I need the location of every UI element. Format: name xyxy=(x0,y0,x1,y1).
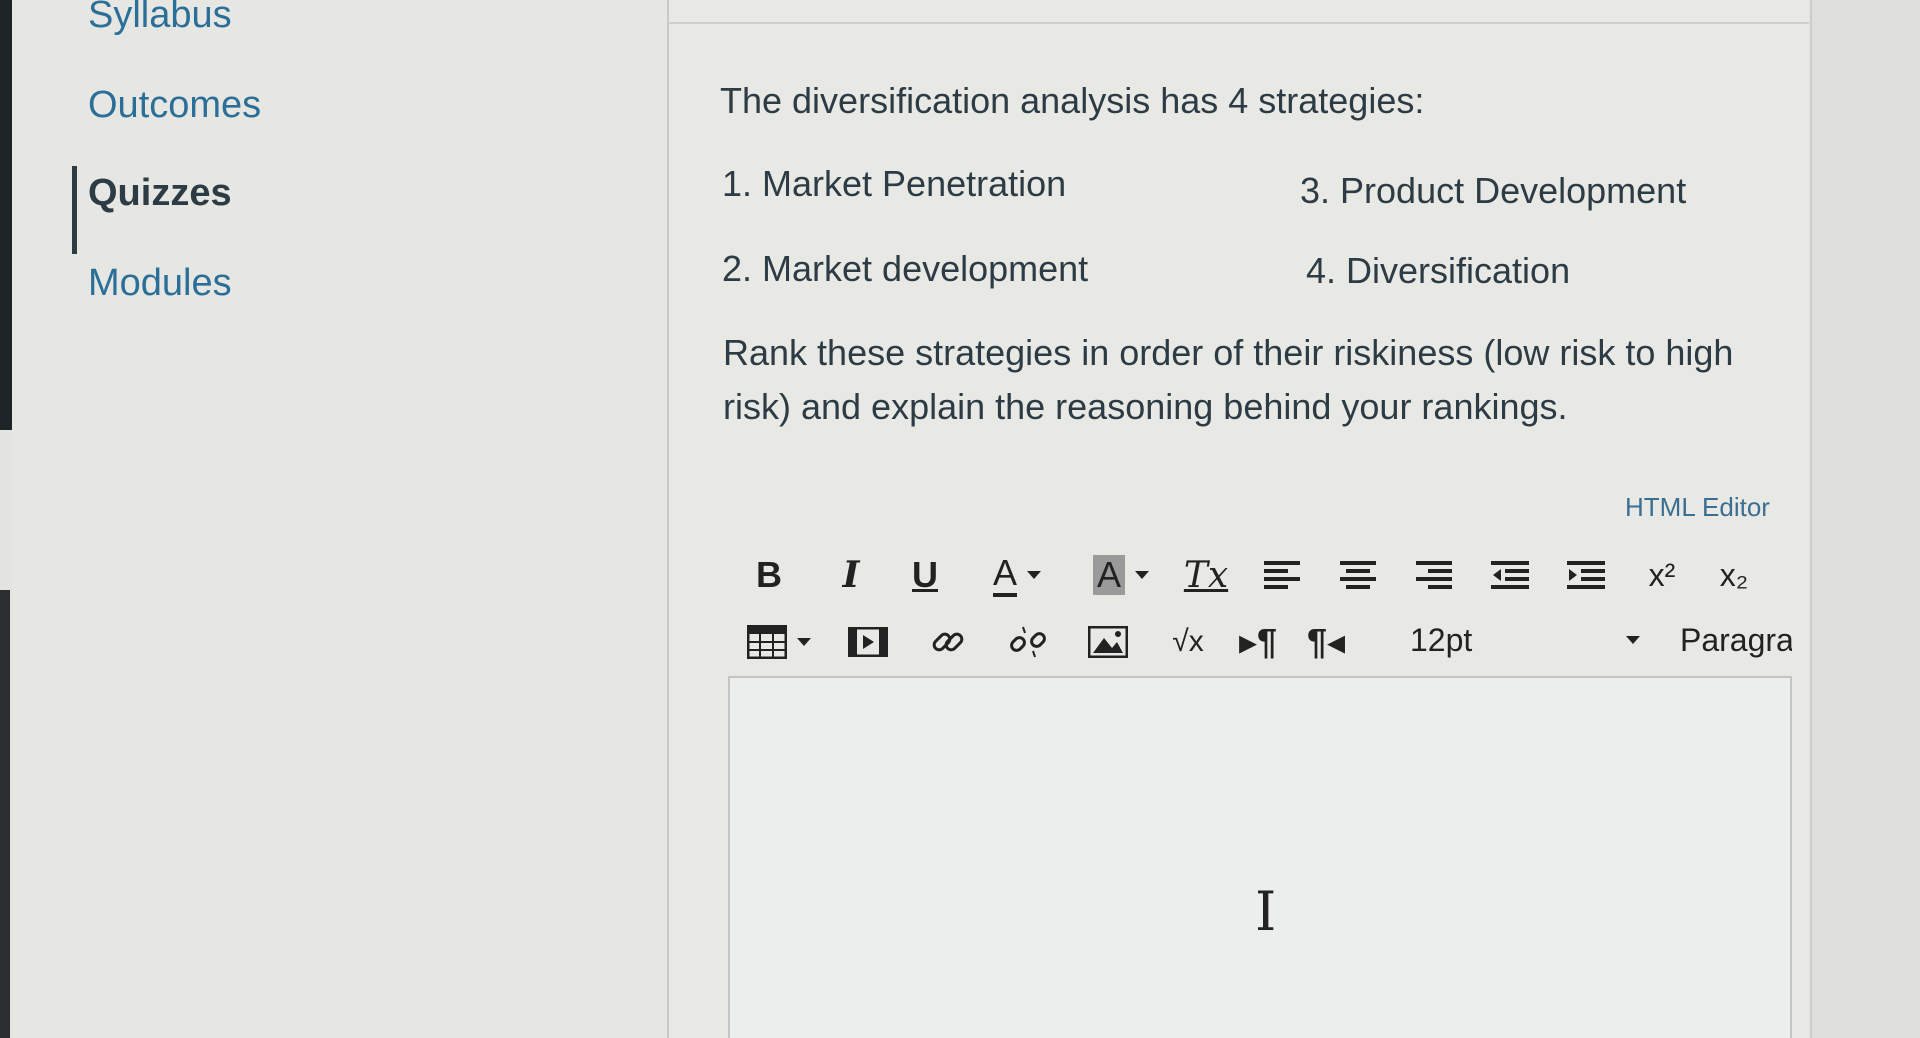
editor-toolbar-row1: B I U A A Tx x² x₂ xyxy=(740,545,1762,605)
table-icon xyxy=(747,625,787,659)
window-edge xyxy=(0,0,12,430)
align-left-button[interactable] xyxy=(1252,548,1312,602)
editor-content[interactable] xyxy=(730,678,1790,1038)
outdent-button[interactable] xyxy=(1480,548,1540,602)
font-size-select[interactable]: 12pt xyxy=(1410,612,1640,668)
nav-item-label: Quizzes xyxy=(88,172,232,214)
font-size-value: 12pt xyxy=(1410,621,1473,658)
align-right-icon xyxy=(1416,561,1452,589)
text-color-button[interactable]: A xyxy=(974,548,1060,602)
question-intro: The diversification analysis has 4 strat… xyxy=(720,80,1425,121)
italic-icon: I xyxy=(842,554,860,596)
equation-button[interactable]: √x xyxy=(1158,615,1218,669)
panel-top-border xyxy=(669,22,1809,24)
question-prompt-line1: Rank these strategies in order of their … xyxy=(723,332,1734,373)
media-icon xyxy=(848,627,888,657)
nav-item-modules[interactable]: Modules xyxy=(88,262,232,305)
italic-button[interactable]: I xyxy=(816,548,886,602)
ltr-button[interactable]: ▸¶ xyxy=(1230,615,1286,669)
strategy-2: 2. Market development xyxy=(722,248,1089,289)
nav-item-label: Syllabus xyxy=(88,0,232,36)
superscript-button[interactable]: x² xyxy=(1634,548,1690,602)
subscript-icon: x₂ xyxy=(1719,556,1749,593)
nav-item-quizzes[interactable]: Quizzes xyxy=(72,166,232,254)
text-color-icon: A xyxy=(992,553,1017,597)
caret-down-icon xyxy=(1135,571,1149,579)
paragraph-format-select[interactable]: Paragra xyxy=(1680,612,1792,668)
align-center-button[interactable] xyxy=(1328,548,1388,602)
align-right-button[interactable] xyxy=(1404,548,1464,602)
nav-item-label: Outcomes xyxy=(88,84,262,126)
strategy-3: 3. Product Development xyxy=(1300,170,1687,211)
paragraph-format-value: Paragra xyxy=(1680,621,1792,658)
active-indicator xyxy=(72,166,77,254)
align-center-icon xyxy=(1340,561,1376,589)
image-button[interactable] xyxy=(1078,615,1138,669)
align-left-icon xyxy=(1264,561,1300,589)
unlink-button[interactable] xyxy=(998,615,1058,669)
strategy-1: 1. Market Penetration xyxy=(722,163,1067,204)
nav-item-label: Modules xyxy=(88,262,232,304)
subscript-button[interactable]: x₂ xyxy=(1706,548,1762,602)
right-gutter xyxy=(1810,0,1920,1038)
chevron-down-icon xyxy=(1626,636,1640,644)
bold-icon: B xyxy=(756,554,782,595)
link-icon xyxy=(932,632,964,652)
equation-icon: √x xyxy=(1172,625,1204,658)
background-color-button[interactable]: A xyxy=(1078,548,1164,602)
indent-icon xyxy=(1567,561,1605,589)
superscript-icon: x² xyxy=(1648,556,1676,593)
bold-button[interactable]: B xyxy=(740,548,798,602)
ltr-icon: ▸¶ xyxy=(1238,621,1278,662)
clear-formatting-button[interactable]: Tx xyxy=(1176,548,1236,602)
indent-button[interactable] xyxy=(1556,548,1616,602)
nav-item-syllabus[interactable]: Syllabus xyxy=(88,0,232,37)
strategy-4: 4. Diversification xyxy=(1306,250,1571,291)
underline-icon: U xyxy=(912,554,938,595)
course-navigation: Syllabus Outcomes Quizzes Modules xyxy=(12,0,667,1038)
text-cursor-icon: I xyxy=(1255,880,1277,943)
unlink-icon xyxy=(1010,626,1046,658)
editor-toolbar-row2: √x ▸¶ ¶◂ xyxy=(740,612,1354,672)
rtl-button[interactable]: ¶◂ xyxy=(1298,615,1354,669)
caret-down-icon xyxy=(797,638,811,646)
rich-text-editor-area[interactable] xyxy=(728,676,1792,1038)
outdent-icon xyxy=(1491,561,1529,589)
background-color-icon: A xyxy=(1092,555,1125,595)
table-button[interactable] xyxy=(740,615,818,669)
html-editor-link[interactable]: HTML Editor xyxy=(1625,492,1770,523)
link-button[interactable] xyxy=(918,615,978,669)
nav-item-outcomes[interactable]: Outcomes xyxy=(88,84,261,127)
caret-down-icon xyxy=(1027,571,1041,579)
question-prompt-line2: risk) and explain the reasoning behind y… xyxy=(723,386,1568,427)
clear-formatting-icon: Tx xyxy=(1183,554,1229,596)
media-button[interactable] xyxy=(838,615,898,669)
rtl-icon: ¶◂ xyxy=(1306,621,1346,662)
image-icon xyxy=(1088,626,1128,658)
underline-button[interactable]: U xyxy=(896,548,954,602)
window-edge-lower xyxy=(0,590,10,1038)
